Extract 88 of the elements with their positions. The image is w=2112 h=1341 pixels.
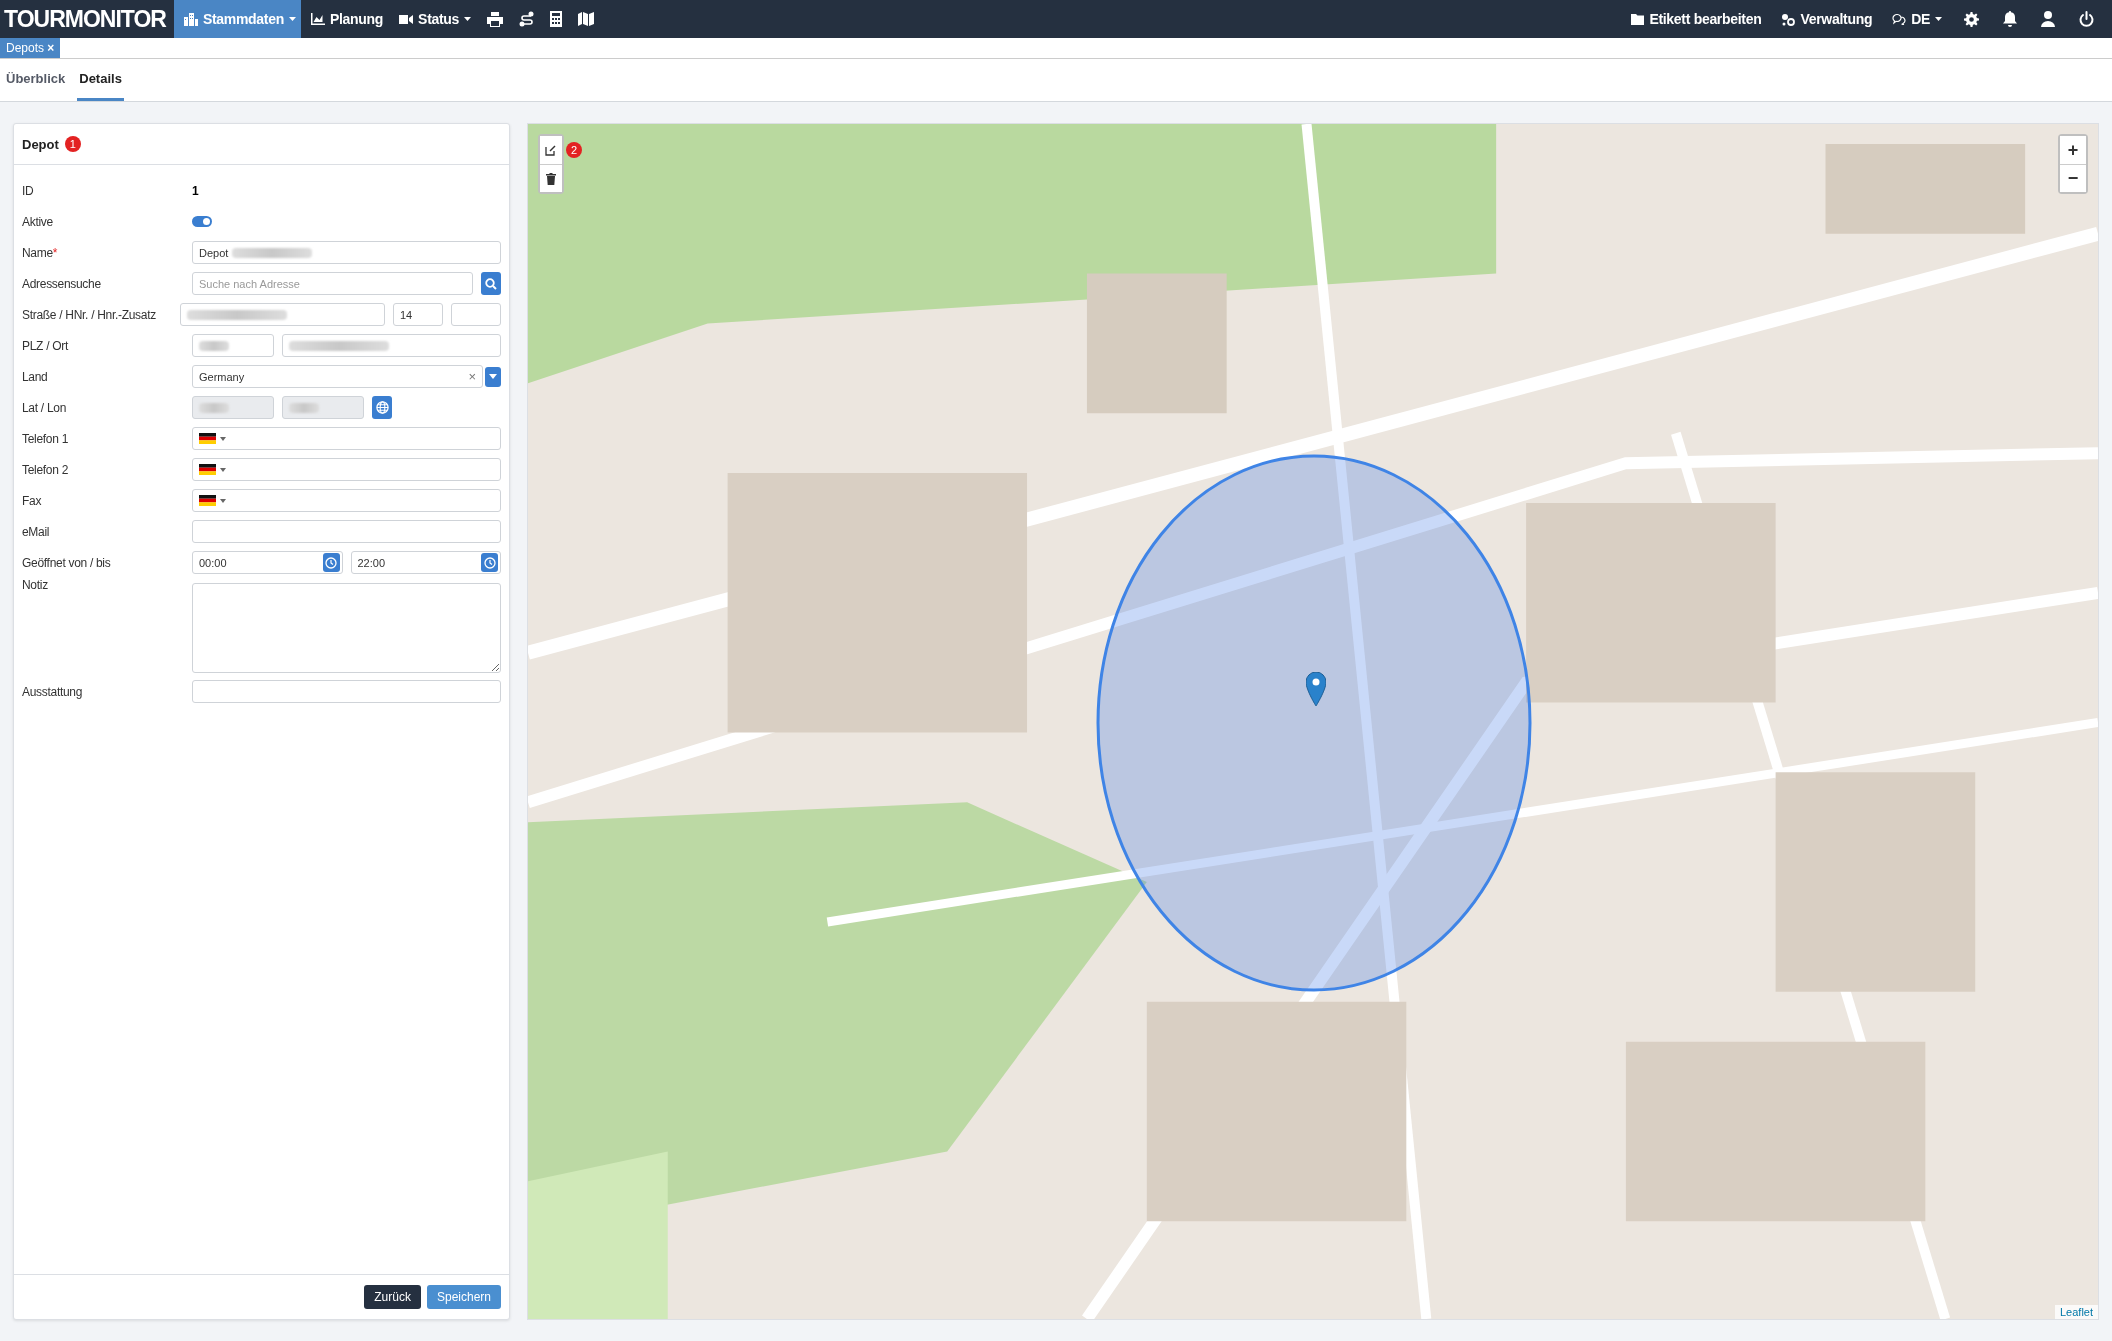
caret-icon [1935,17,1942,21]
panel-title: Depot [22,136,59,152]
house-number-suffix-field[interactable] [451,303,501,326]
note-field[interactable] [192,583,501,673]
phone-field[interactable] [192,489,501,512]
field-label: Fax [22,493,43,508]
text-field[interactable]: Depot [192,241,501,264]
field-label: ID [22,183,35,198]
nav-menu-item[interactable]: Etikett bearbeiten [1625,0,1768,38]
field-label: Adressensuche [22,276,102,291]
nav-menu-item[interactable]: DE [1886,0,1948,38]
blurred-text [199,402,229,413]
text-field[interactable] [192,520,501,543]
search-field[interactable]: Suche nach Adresse [192,272,473,295]
field-label: Name* [22,245,59,260]
toggle-switch[interactable] [192,216,212,227]
map[interactable]: 2 + − Leaflet [527,123,2099,1320]
calculator-icon[interactable] [550,11,563,27]
bell-icon[interactable] [2003,11,2017,27]
time-field[interactable]: 22:00 [350,551,501,574]
caret-icon[interactable] [220,436,226,441]
field-label: Land [22,369,49,384]
back-button[interactable]: Zurück [364,1285,421,1309]
german-flag-icon[interactable] [199,433,216,444]
nav-menu-item[interactable]: Status [393,0,478,38]
buildings-icon [183,12,198,26]
power-icon[interactable] [2079,11,2094,27]
nav-menu-item[interactable]: Planung [304,0,390,38]
settings-icon[interactable] [1964,11,1979,27]
field-label: eMail [22,524,51,539]
folder-icon [1631,13,1645,25]
house-number-field[interactable]: 14 [393,303,443,326]
field-label: Telefon 1 [22,431,69,446]
gears-icon [1781,12,1796,26]
caret-icon [464,17,472,21]
area-chart-icon [310,13,325,25]
trash-icon [546,172,556,185]
blurred-text [199,340,229,351]
video-camera-icon [399,13,414,25]
globe-button[interactable] [372,396,392,419]
tab[interactable]: Details [77,59,124,101]
route-icon[interactable] [519,11,535,27]
postcode-field[interactable] [192,334,274,357]
field-label: Lat / Lon [22,400,67,415]
field-label: Aktive [22,214,54,229]
field-label: PLZ / Ort [22,338,70,353]
globe-icon [375,401,389,414]
phone-field[interactable] [192,427,501,450]
country-select[interactable]: Germany × [192,365,483,388]
blurred-text [289,402,319,413]
dropdown-button[interactable] [485,366,501,387]
text-field[interactable] [192,680,501,703]
phone-field[interactable] [192,458,501,481]
caret-icon [288,17,296,21]
field-label: Telefon 2 [22,462,69,477]
field-label: Straße / HNr. / Hnr.-Zusatz [22,307,157,322]
tab[interactable]: Überblick [4,59,68,101]
attribution-link[interactable]: Leaflet [2054,1305,2098,1319]
field-label: Notiz [22,578,49,592]
count-badge: 1 [64,136,81,152]
search-button[interactable] [481,272,501,295]
zoom-out-button[interactable]: − [2060,164,2086,192]
clock-icon[interactable] [322,553,340,572]
german-flag-icon[interactable] [199,495,216,506]
street-field[interactable] [180,303,385,326]
clear-icon[interactable]: × [468,369,476,384]
edit-icon [545,144,557,156]
id-value: 1 [192,183,199,198]
nav-menu-item[interactable]: Verwaltung [1775,0,1879,38]
german-flag-icon[interactable] [199,464,216,475]
city-field[interactable] [282,334,501,357]
caret-icon [489,374,497,379]
caret-icon[interactable] [220,467,226,472]
delete-button[interactable] [540,164,562,192]
field-label: Ausstattung [22,684,84,699]
caret-icon[interactable] [220,498,226,503]
open-tab[interactable]: Depots × [0,38,61,58]
location-pin-icon[interactable] [1306,672,1326,706]
field-label: Geöffnet von / bis [22,555,112,570]
clock-icon[interactable] [481,553,498,572]
search-icon [485,277,497,290]
printer-icon[interactable] [487,11,504,27]
map-icon[interactable] [578,12,595,26]
nav-menu-item[interactable]: Stammdaten [173,0,301,38]
chat-icon [1892,13,1907,25]
user-icon[interactable] [2041,11,2055,27]
time-field[interactable]: 00:00 [192,551,343,574]
app-logo[interactable]: TOURMONITOR [0,5,174,33]
